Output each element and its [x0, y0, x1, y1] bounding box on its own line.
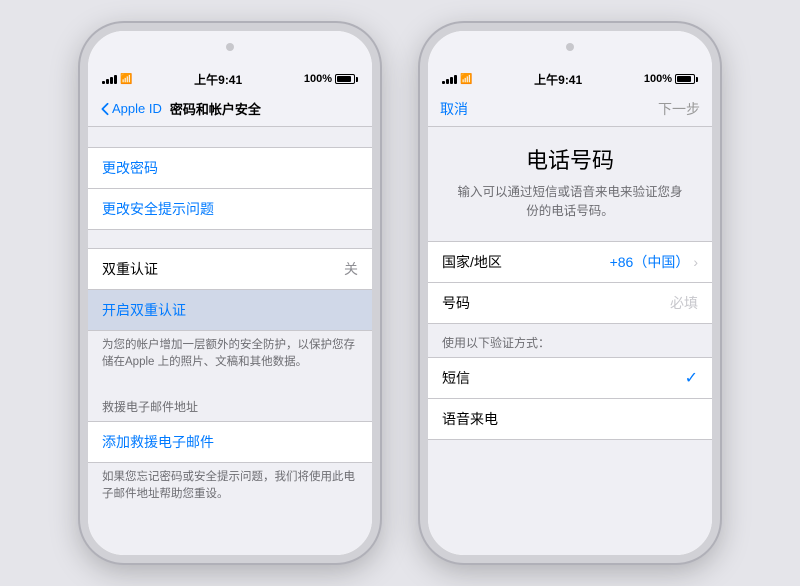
status-bar-1: 📶 上午9:41 100% — [88, 67, 372, 91]
country-item[interactable]: 国家/地区 +86（中国） › — [428, 242, 712, 283]
wifi-icon-2: 📶 — [460, 74, 472, 85]
screen-1: 更改密码 更改安全提示问题 双重认证 关 开启双重认证 为您的帐户增加一层额外的… — [88, 127, 372, 555]
sms-checkmark: ✓ — [685, 368, 698, 388]
country-label: 国家/地区 — [442, 252, 502, 272]
section-2fa: 双重认证 关 开启双重认证 为您的帐户增加一层额外的安全防护，以保护您存储在Ap… — [88, 248, 372, 376]
verify-methods-list: 短信 ✓ 语音来电 — [428, 357, 712, 440]
voice-label: 语音来电 — [442, 409, 498, 429]
signal-icon — [102, 74, 117, 84]
number-placeholder: 必填 — [670, 293, 698, 313]
section-rescue: 救援电子邮件地址 添加救援电子邮件 如果您忘记密码或安全提示问题，我们将使用此电… — [88, 394, 372, 508]
battery-icon — [335, 74, 358, 84]
phone-top-2 — [428, 31, 712, 67]
phone-top — [88, 31, 372, 67]
wifi-icon: 📶 — [120, 74, 132, 85]
signal-icon-2 — [442, 74, 457, 84]
battery-icon-2 — [675, 74, 698, 84]
change-security-item[interactable]: 更改安全提示问题 — [88, 189, 372, 229]
battery-area-2: 100% — [644, 73, 698, 85]
enable-2fa-label: 开启双重认证 — [102, 300, 186, 320]
chevron-icon: › — [693, 254, 698, 270]
next-button[interactable]: 下一步 — [658, 99, 700, 119]
time-2: 上午9:41 — [534, 71, 582, 88]
phone-2: 📶 上午9:41 100% 取消 下一步 电话号码 输入可以通过短信或语音来电来… — [420, 23, 720, 563]
number-item[interactable]: 号码 必填 — [428, 283, 712, 323]
camera-2 — [566, 43, 574, 51]
2fa-desc: 为您的帐户增加一层额外的安全防护，以保护您存储在Apple 上的照片、文稿和其他… — [88, 331, 372, 376]
battery-percent-1: 100% — [304, 73, 332, 85]
nav-bar-2: 取消 下一步 — [428, 91, 712, 127]
2fa-header-item: 双重认证 关 — [88, 249, 372, 290]
enable-2fa-item[interactable]: 开启双重认证 — [88, 290, 372, 330]
2fa-list: 双重认证 关 开启双重认证 — [88, 248, 372, 331]
time-1: 上午9:41 — [194, 71, 242, 88]
sms-label: 短信 — [442, 368, 470, 388]
change-password-item[interactable]: 更改密码 — [88, 148, 372, 189]
number-label: 号码 — [442, 293, 470, 313]
rescue-list: 添加救援电子邮件 — [88, 421, 372, 463]
back-button-1[interactable]: Apple ID — [100, 101, 162, 116]
nav-bar-1: Apple ID 密码和帐户安全 — [88, 91, 372, 127]
passwords-list: 更改密码 更改安全提示问题 — [88, 147, 372, 230]
2fa-value: 关 — [344, 259, 358, 279]
change-password-label: 更改密码 — [102, 158, 158, 178]
phone-fields-list: 国家/地区 +86（中国） › 号码 必填 — [428, 241, 712, 324]
sms-item[interactable]: 短信 ✓ — [428, 358, 712, 399]
battery-area: 100% — [304, 73, 358, 85]
phone-number-desc: 输入可以通过短信或语音来电来验证您身份的电话号码。 — [442, 183, 698, 221]
back-label-1: Apple ID — [112, 101, 162, 116]
screen-2: 电话号码 输入可以通过短信或语音来电来验证您身份的电话号码。 国家/地区 +86… — [428, 127, 712, 555]
country-value: +86（中国） — [610, 252, 690, 272]
section-passwords: 更改密码 更改安全提示问题 — [88, 147, 372, 230]
nav-title-1: 密码和帐户安全 — [170, 99, 261, 118]
phone-number-title: 电话号码 — [442, 143, 698, 175]
phone2-content: 电话号码 输入可以通过短信或语音来电来验证您身份的电话号码。 — [428, 127, 712, 221]
rescue-desc: 如果您忘记密码或安全提示问题，我们将使用此电子邮件地址帮助您重设。 — [88, 463, 372, 508]
change-security-label: 更改安全提示问题 — [102, 199, 214, 219]
signal-area: 📶 — [102, 74, 132, 85]
voice-item[interactable]: 语音来电 — [428, 399, 712, 439]
rescue-header: 救援电子邮件地址 — [88, 394, 372, 421]
cancel-button[interactable]: 取消 — [440, 99, 468, 119]
status-bar-2: 📶 上午9:41 100% — [428, 67, 712, 91]
add-rescue-label: 添加救援电子邮件 — [102, 432, 214, 452]
signal-area-2: 📶 — [442, 74, 472, 85]
country-value-area: +86（中国） › — [610, 252, 698, 272]
battery-percent-2: 100% — [644, 73, 672, 85]
add-rescue-item[interactable]: 添加救援电子邮件 — [88, 422, 372, 462]
2fa-label: 双重认证 — [102, 259, 158, 279]
phone-1: 📶 上午9:41 100% Apple ID 密码和帐户安全 更改密码 — [80, 23, 380, 563]
chevron-left-icon — [100, 102, 110, 116]
verify-section-header: 使用以下验证方式： — [428, 324, 712, 357]
camera — [226, 43, 234, 51]
